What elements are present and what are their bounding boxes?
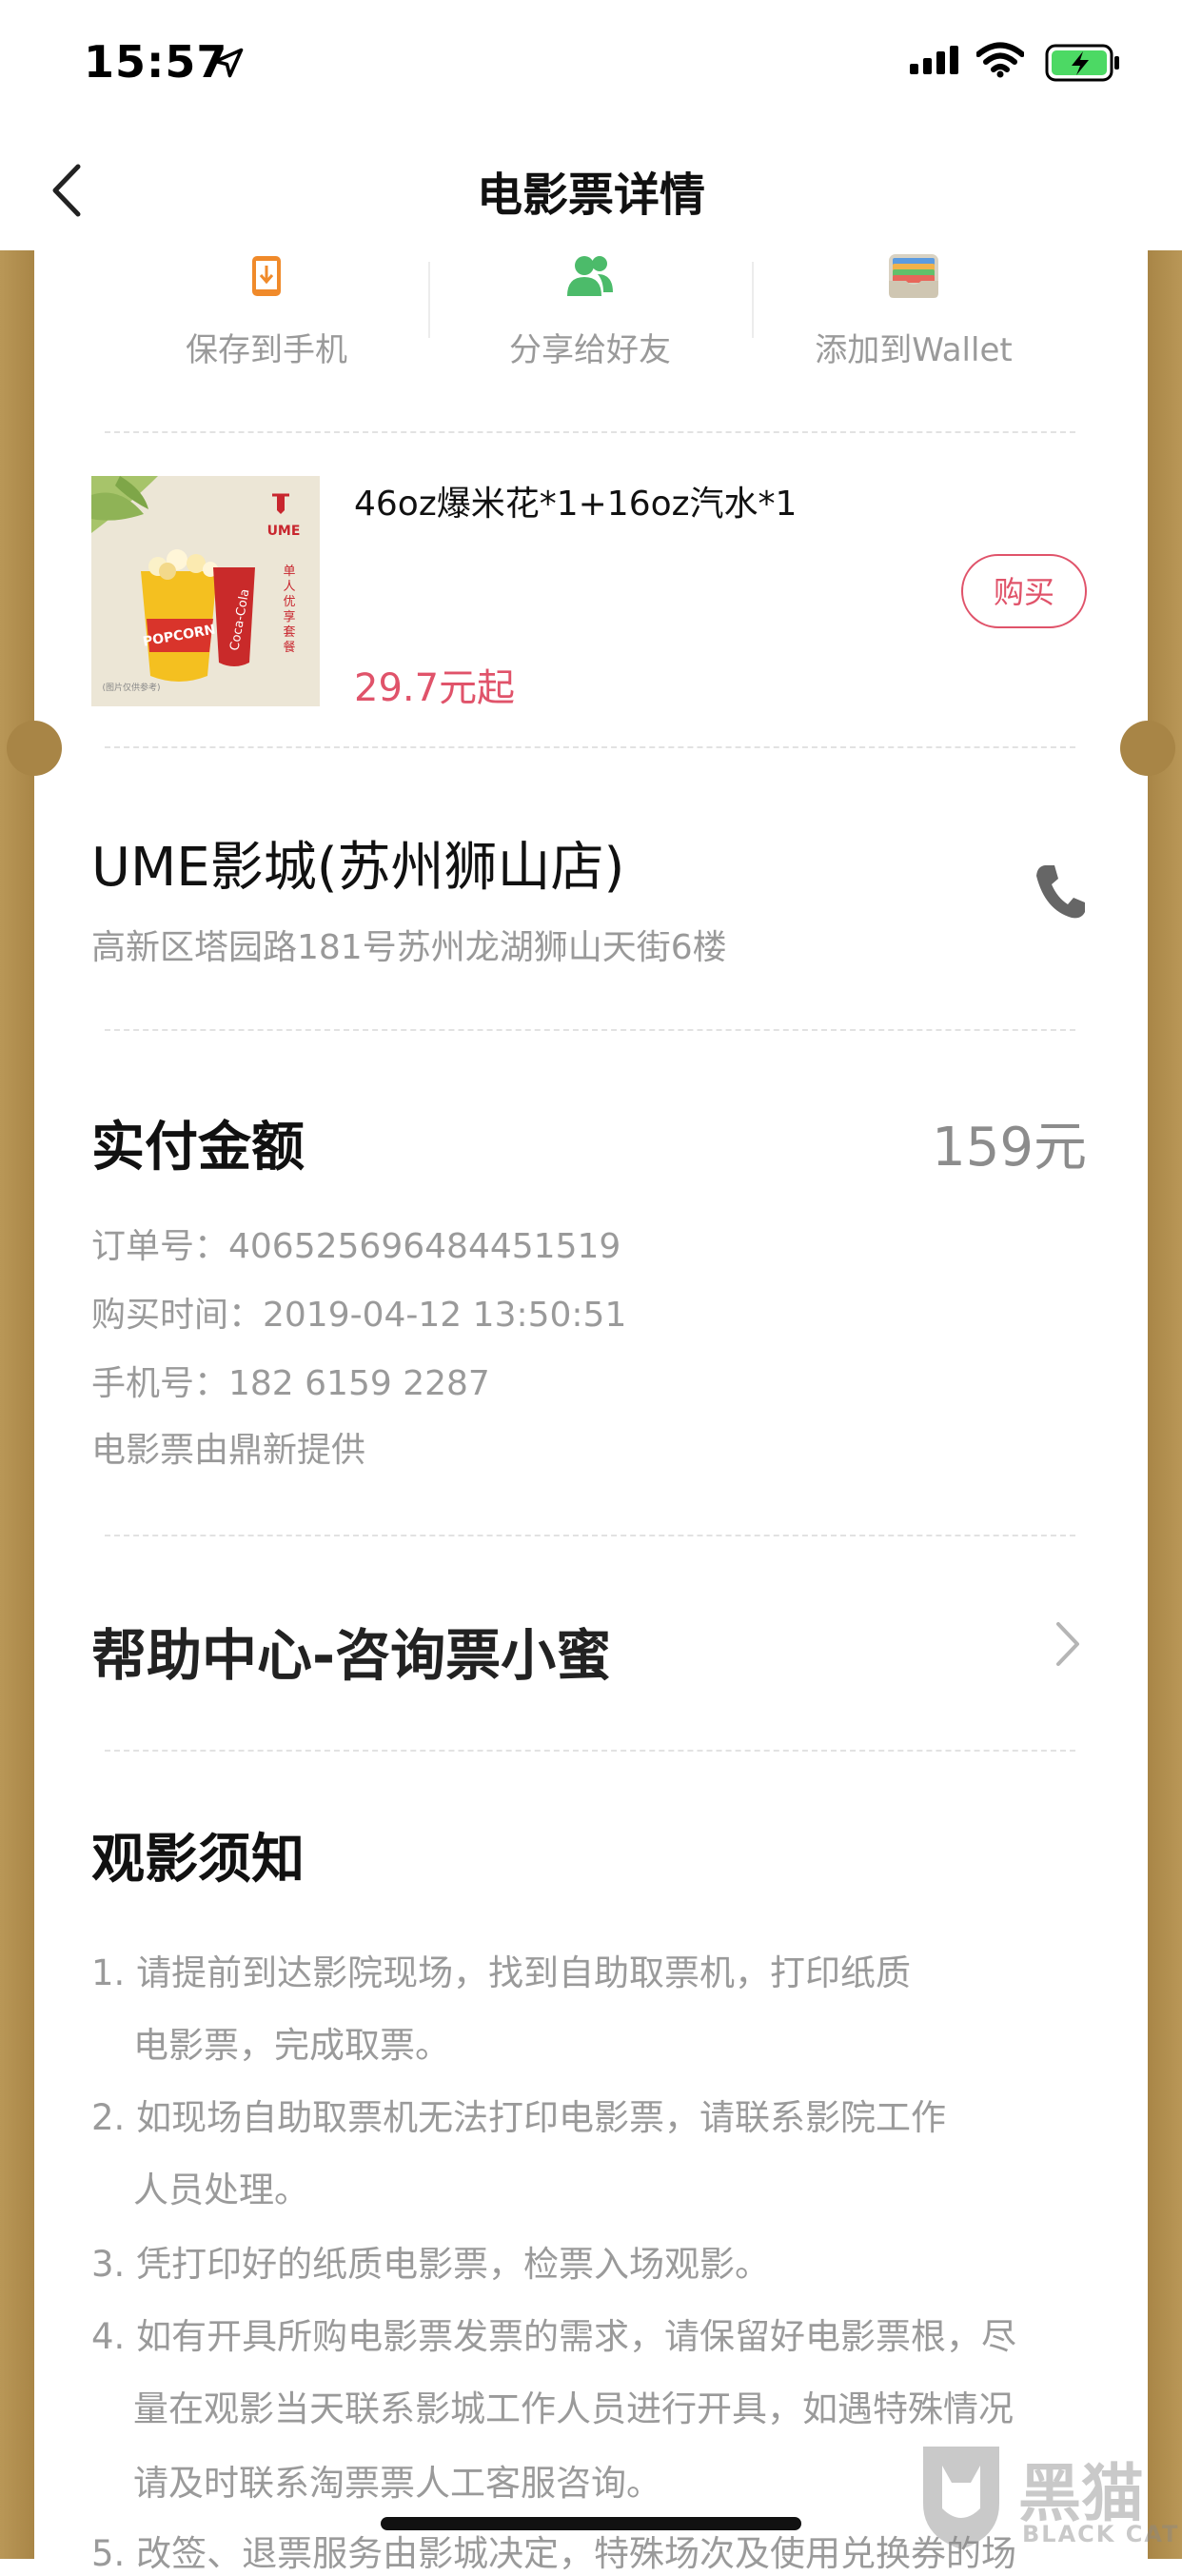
save-to-phone-label: 保存到手机 xyxy=(186,331,347,369)
brand-logo-text: UME xyxy=(267,524,301,539)
battery-charging-icon xyxy=(1045,44,1119,82)
phone-number: 手机号：182 6159 2287 xyxy=(91,1364,490,1403)
chevron-right-icon[interactable] xyxy=(1051,1620,1085,1668)
dashed-divider xyxy=(105,1750,1075,1752)
watermark-en: BLACK CAT xyxy=(1022,2521,1180,2547)
notice-line: 3. 凭打印好的纸质电影票，检票入场观影。 xyxy=(91,2244,771,2285)
notice-line: 5. 改签、退票服务由影城决定，特殊场次及使用兑换券的场 xyxy=(91,2533,1017,2574)
ticket-notch-left xyxy=(7,721,62,776)
dashed-divider xyxy=(105,746,1075,748)
users-icon xyxy=(567,256,613,296)
svg-text:餐: 餐 xyxy=(283,640,295,655)
payment-label: 实付金额 xyxy=(91,1117,305,1179)
navigation-bar: 电影票详情 xyxy=(0,129,1182,251)
save-to-phone-button[interactable]: 保存到手机 xyxy=(105,249,428,370)
svg-text:享: 享 xyxy=(283,609,295,624)
phone-download-icon xyxy=(252,256,281,296)
cat-shield-icon xyxy=(923,2447,999,2549)
snack-combo-image: POPCORN Coca-Cola UME 单 人 优 享 套 餐 (图片仅供参… xyxy=(91,476,320,706)
location-arrow-icon xyxy=(213,48,244,78)
svg-text:套: 套 xyxy=(283,624,295,640)
ticket-provider: 电影票由鼎新提供 xyxy=(91,1431,366,1470)
ticket-notch-right xyxy=(1120,721,1175,776)
payment-amount: 159元 xyxy=(932,1117,1087,1179)
svg-text:单: 单 xyxy=(283,565,295,579)
status-time: 15:57 xyxy=(84,36,228,88)
dashed-divider xyxy=(105,1535,1075,1536)
notice-title: 观影须知 xyxy=(91,1829,305,1891)
phone-icon[interactable] xyxy=(1034,862,1087,921)
dashed-divider xyxy=(105,1029,1075,1031)
share-to-friends-label: 分享给好友 xyxy=(509,331,671,369)
home-indicator xyxy=(381,2517,801,2530)
order-number: 订单号：406525696484451519 xyxy=(91,1227,621,1266)
notice-line: 请及时联系淘票票人工客服咨询。 xyxy=(133,2463,661,2504)
notice-line: 1. 请提前到达影院现场，找到自助取票机，打印纸质 xyxy=(91,1952,912,1993)
notice-line: 电影票，完成取票。 xyxy=(133,2025,450,2066)
buy-button[interactable]: 购买 xyxy=(961,554,1087,628)
share-to-friends-button[interactable]: 分享给好友 xyxy=(428,249,752,370)
purchase-time: 购买时间：2019-04-12 13:50:51 xyxy=(91,1296,627,1335)
cinema-address: 高新区塔园路181号苏州龙湖狮山天街6楼 xyxy=(91,928,727,967)
add-to-wallet-button[interactable]: 添加到Wallet xyxy=(752,249,1075,370)
wallet-icon xyxy=(889,254,938,298)
notice-line: 量在观影当天联系影城工作人员进行开具，如遇特殊情况 xyxy=(133,2388,1014,2429)
cinema-name: UME影城(苏州狮山店) xyxy=(91,837,625,899)
black-cat-watermark: 黑猫 BLACK CAT xyxy=(914,2437,1182,2559)
product-price: 29.7元起 xyxy=(354,666,516,710)
notice-line: 2. 如现场自助取票机无法打印电影票，请联系影院工作 xyxy=(91,2097,947,2138)
notice-line: 人员处理。 xyxy=(133,2170,309,2210)
cellular-signal-icon xyxy=(910,46,958,74)
help-center-link[interactable]: 帮助中心-咨询票小蜜 xyxy=(91,1611,611,1691)
notice-line: 4. 如有开具所购电影票发票的需求，请保留好电影票根，尽 xyxy=(91,2316,1017,2357)
svg-text:人: 人 xyxy=(283,580,295,594)
dashed-divider xyxy=(105,431,1075,433)
page-title: 电影票详情 xyxy=(476,168,705,222)
svg-text:优: 优 xyxy=(283,595,295,609)
product-name: 46oz爆米花*1+16oz汽水*1 xyxy=(354,485,798,524)
svg-text:(图片仅供参考): (图片仅供参考) xyxy=(102,682,160,693)
add-to-wallet-label: 添加到Wallet xyxy=(815,331,1013,369)
wifi-icon xyxy=(976,42,1024,78)
status-bar: 15:57 xyxy=(0,0,1182,129)
